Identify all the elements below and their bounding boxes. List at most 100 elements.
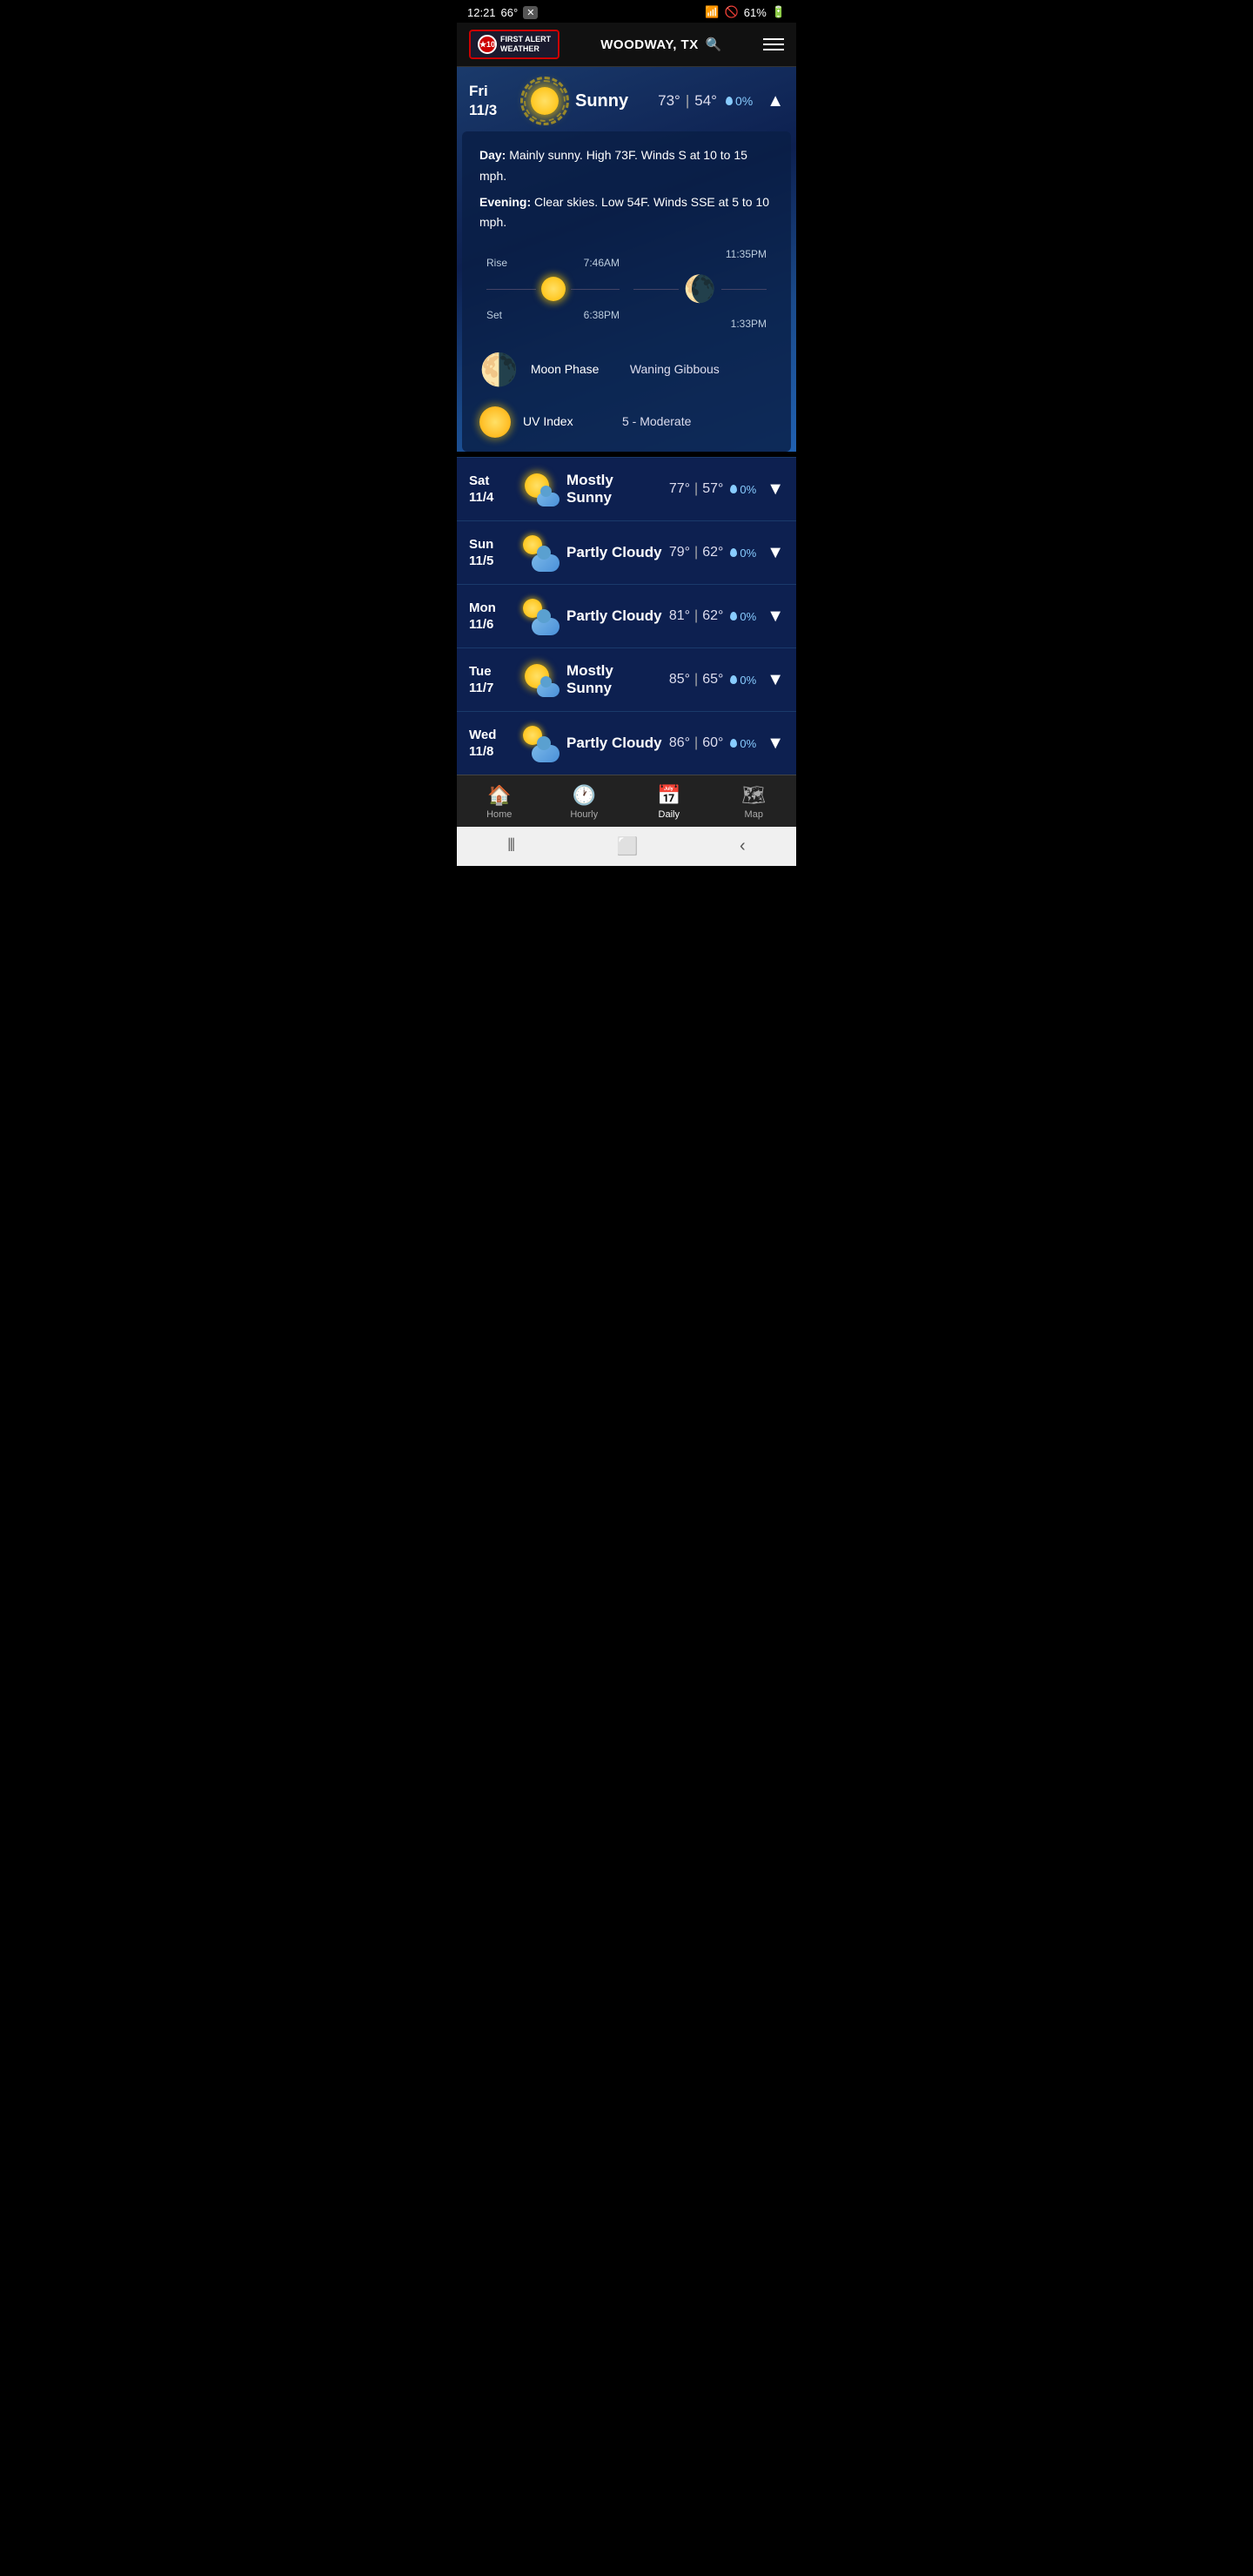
raindrop-icon bbox=[730, 612, 737, 621]
forecast-precip: 0% bbox=[730, 610, 756, 623]
location-search[interactable]: WOODWAY, TX 🔍 bbox=[600, 37, 722, 52]
forecast-high: 86° bbox=[669, 735, 690, 751]
channel-badge: ★10 bbox=[478, 35, 497, 54]
forecast-row[interactable]: Tue 11/7 Mostly Sunny 85° | 65° 0% ▼ bbox=[457, 647, 796, 711]
forecast-precip: 0% bbox=[730, 483, 756, 496]
forecast-condition: Partly Cloudy bbox=[566, 544, 662, 561]
android-recents-button[interactable]: ⦀ bbox=[507, 836, 515, 856]
forecast-expand-button[interactable]: ▼ bbox=[767, 734, 784, 754]
forecast-weather-icon bbox=[521, 724, 559, 762]
forecast-precip: 0% bbox=[730, 737, 756, 750]
raindrop-icon bbox=[726, 97, 733, 105]
forecast-precip: 0% bbox=[730, 674, 756, 687]
weather-main: Fri 11/3 Sunny 73° | 54° 0% ▲ Day: Mainl… bbox=[457, 67, 796, 452]
forecast-weather-icon bbox=[521, 661, 559, 699]
uv-row: UV Index 5 - Moderate bbox=[479, 406, 774, 438]
raindrop-icon bbox=[730, 675, 737, 684]
status-time: 12:21 bbox=[467, 6, 496, 19]
forecast-date: Wed 11/8 bbox=[469, 727, 514, 761]
forecast-expand-button[interactable]: ▼ bbox=[767, 480, 784, 500]
hamburger-menu-button[interactable] bbox=[763, 38, 784, 50]
pipe-separator: | bbox=[686, 92, 689, 110]
today-evening-detail: Evening: Clear skies. Low 54F. Winds SSE… bbox=[479, 192, 774, 234]
moon-phase-row: 🌗 Moon Phase Waning Gibbous bbox=[479, 343, 774, 396]
forecast-weather-icon bbox=[521, 470, 559, 508]
forecast-expand-button[interactable]: ▼ bbox=[767, 607, 784, 627]
uv-label: UV Index bbox=[523, 412, 610, 433]
forecast-temps: 79° | 62° bbox=[669, 545, 724, 560]
sun-moon-row: Rise 7:46AM Set 6:38PM 11:35PM bbox=[479, 245, 774, 332]
today-precip: 0% bbox=[726, 94, 753, 108]
forecast-weather-icon bbox=[521, 597, 559, 635]
location-text: WOODWAY, TX bbox=[600, 37, 698, 52]
forecast-condition: Partly Cloudy bbox=[566, 607, 662, 625]
today-low: 54° bbox=[694, 92, 717, 110]
forecast-condition: Mostly Sunny bbox=[566, 472, 662, 506]
status-temp: 66° bbox=[501, 6, 519, 19]
forecast-row[interactable]: Sun 11/5 Partly Cloudy 79° | 62° 0% ▼ bbox=[457, 520, 796, 584]
android-nav-bar: ⦀ ⬜ ‹ bbox=[457, 827, 796, 866]
today-detail-panel: Day: Mainly sunny. High 73F. Winds S at … bbox=[462, 131, 791, 452]
app-logo[interactable]: ★10 FIRST ALERT WEATHER bbox=[469, 30, 559, 59]
bottom-nav-item-map[interactable]: 🗺 Map bbox=[712, 775, 797, 827]
forecast-low: 62° bbox=[702, 608, 723, 624]
forecast-date: Sat 11/4 bbox=[469, 473, 514, 506]
logo-text: FIRST ALERT WEATHER bbox=[500, 35, 551, 54]
bottom-nav-item-hourly[interactable]: 🕐 Hourly bbox=[542, 775, 627, 827]
nav-icon-home: 🏠 bbox=[487, 784, 511, 807]
forecast-expand-button[interactable]: ▼ bbox=[767, 543, 784, 563]
forecast-expand-button[interactable]: ▼ bbox=[767, 670, 784, 690]
moon-rise-time: 11:35PM bbox=[726, 245, 767, 263]
bottom-nav-item-home[interactable]: 🏠 Home bbox=[457, 775, 542, 827]
forecast-high: 85° bbox=[669, 672, 690, 688]
set-label: Set bbox=[486, 306, 502, 324]
forecast-condition: Partly Cloudy bbox=[566, 735, 662, 752]
today-row[interactable]: Fri 11/3 Sunny 73° | 54° 0% ▲ bbox=[457, 67, 796, 131]
sun-icon bbox=[541, 277, 566, 301]
search-icon[interactable]: 🔍 bbox=[706, 37, 722, 52]
raindrop-icon bbox=[730, 739, 737, 748]
forecast-row[interactable]: Wed 11/8 Partly Cloudy 86° | 60° 0% ▼ bbox=[457, 711, 796, 775]
battery-percent: 61% bbox=[744, 6, 767, 19]
today-expand-button[interactable]: ▲ bbox=[767, 91, 784, 111]
notification-badge: ✕ bbox=[523, 6, 538, 19]
bottom-nav-item-daily[interactable]: 📅 Daily bbox=[626, 775, 712, 827]
forecast-high: 79° bbox=[669, 545, 690, 560]
today-day-detail: Day: Mainly sunny. High 73F. Winds S at … bbox=[479, 145, 774, 187]
moon-phase-value: Waning Gibbous bbox=[630, 359, 720, 380]
forecast-temps: 77° | 57° bbox=[669, 481, 724, 497]
battery-icon: 🔋 bbox=[772, 5, 786, 19]
forecast-temps: 86° | 60° bbox=[669, 735, 724, 751]
no-disturb-icon: 🚫 bbox=[725, 5, 739, 19]
forecast-precip: 0% bbox=[730, 547, 756, 560]
moon-set-time: 1:33PM bbox=[731, 315, 767, 332]
today-high: 73° bbox=[658, 92, 680, 110]
forecast-weather-icon bbox=[521, 533, 559, 572]
forecast-date: Tue 11/7 bbox=[469, 663, 514, 697]
sun-rise-time: 7:46AM bbox=[584, 254, 620, 272]
forecast-low: 60° bbox=[702, 735, 723, 751]
forecast-high: 81° bbox=[669, 608, 690, 624]
forecast-low: 57° bbox=[702, 481, 723, 497]
forecast-date: Mon 11/6 bbox=[469, 600, 514, 634]
uv-icon bbox=[479, 406, 511, 438]
nav-label: Home bbox=[486, 809, 512, 820]
android-back-button[interactable]: ‹ bbox=[740, 836, 746, 856]
forecast-low: 62° bbox=[702, 545, 723, 560]
sun-set-time: 6:38PM bbox=[584, 306, 620, 324]
nav-icon-map: 🗺 bbox=[741, 784, 766, 807]
forecast-row[interactable]: Sat 11/4 Mostly Sunny 77° | 57° 0% ▼ bbox=[457, 457, 796, 520]
today-condition: Sunny bbox=[575, 91, 649, 111]
forecast-temps: 81° | 62° bbox=[669, 608, 724, 624]
nav-label: Hourly bbox=[570, 809, 598, 820]
forecast-low: 65° bbox=[702, 672, 723, 688]
uv-value: 5 - Moderate bbox=[622, 412, 691, 433]
android-home-button[interactable]: ⬜ bbox=[617, 835, 639, 857]
raindrop-icon bbox=[730, 548, 737, 557]
forecast-condition: Mostly Sunny bbox=[566, 662, 662, 697]
moon-icon: 🌘 bbox=[684, 267, 716, 312]
rise-label: Rise bbox=[486, 254, 507, 272]
forecast-row[interactable]: Mon 11/6 Partly Cloudy 81° | 62° 0% ▼ bbox=[457, 584, 796, 647]
nav-label: Map bbox=[745, 809, 763, 820]
nav-label: Daily bbox=[659, 809, 680, 820]
